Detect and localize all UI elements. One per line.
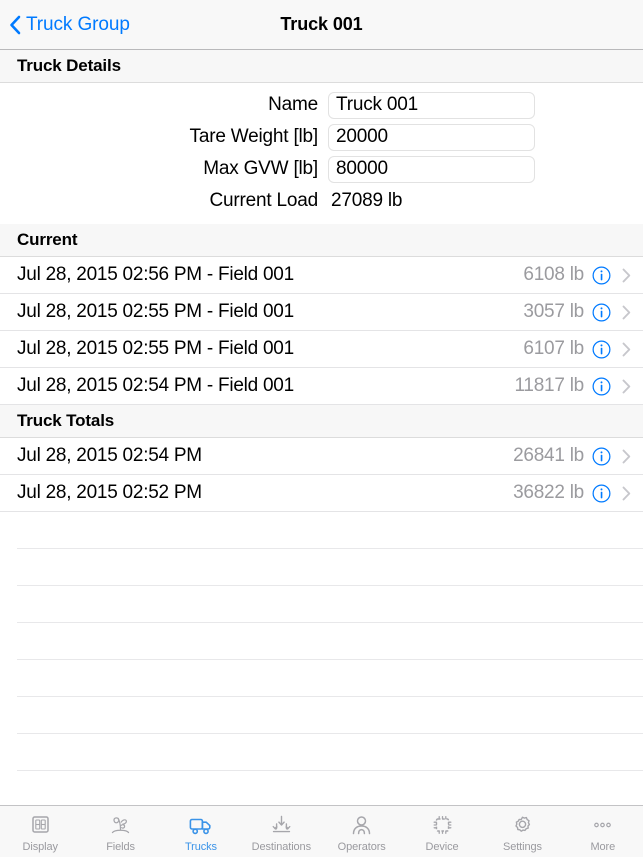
- tab-label: Operators: [337, 840, 386, 853]
- form-row-max-gvw: Max GVW [lb]: [0, 153, 643, 185]
- back-button[interactable]: Truck Group: [0, 0, 130, 49]
- chevron-right-icon: [622, 342, 631, 356]
- tab-display[interactable]: Display: [0, 806, 80, 857]
- row-value: 26841 lb: [513, 445, 584, 466]
- table-row[interactable]: Jul 28, 2015 02:54 PM 26841 lb: [0, 438, 643, 475]
- chevron-left-icon: [10, 15, 21, 34]
- empty-row: [17, 512, 643, 549]
- empty-row: [17, 586, 643, 623]
- tab-operators[interactable]: Operators: [322, 806, 402, 857]
- table-row[interactable]: Jul 28, 2015 02:55 PM - Field 001 6107 l…: [0, 331, 643, 368]
- plant-icon: [111, 816, 130, 833]
- navigation-bar: Truck Group Truck 001: [0, 0, 643, 50]
- tare-weight-label: Tare Weight [lb]: [189, 126, 319, 147]
- truck-icon: [190, 818, 212, 834]
- max-gvw-input[interactable]: [328, 155, 535, 183]
- table-row[interactable]: Jul 28, 2015 02:56 PM - Field 001 6108 l…: [0, 257, 643, 294]
- tab-bar: Display Fields Trucks Destinations Opera…: [0, 805, 643, 857]
- tab-label: Destinations: [251, 840, 311, 853]
- chip-icon: [433, 815, 452, 834]
- info-circle-icon[interactable]: [592, 484, 611, 503]
- tab-label: Trucks: [184, 840, 217, 853]
- scroll-content[interactable]: Truck Details Name Tare Weight [lb] Max …: [0, 50, 643, 805]
- chevron-right-icon: [622, 268, 631, 282]
- row-title: Jul 28, 2015 02:54 PM - Field 001: [17, 375, 294, 396]
- current-list: Jul 28, 2015 02:56 PM - Field 001 6108 l…: [0, 257, 643, 405]
- unload-arrows-icon: [272, 815, 291, 832]
- row-title: Jul 28, 2015 02:55 PM - Field 001: [17, 301, 294, 322]
- tab-label: More: [590, 840, 616, 853]
- gear-icon: [515, 816, 531, 832]
- form-row-name: Name: [0, 89, 643, 121]
- empty-row: [17, 734, 643, 771]
- form-row-tare-weight: Tare Weight [lb]: [0, 121, 643, 153]
- row-title: Jul 28, 2015 02:52 PM: [17, 482, 202, 503]
- tab-label: Fields: [106, 840, 135, 853]
- table-row[interactable]: Jul 28, 2015 02:52 PM 36822 lb: [0, 475, 643, 512]
- ellipsis-icon: [594, 822, 612, 827]
- info-circle-icon[interactable]: [592, 447, 611, 466]
- chevron-right-icon: [622, 305, 631, 319]
- tab-trucks[interactable]: Trucks: [161, 806, 241, 857]
- display-icon: [31, 815, 49, 833]
- tab-label: Display: [22, 840, 58, 853]
- row-title: Jul 28, 2015 02:56 PM - Field 001: [17, 264, 294, 285]
- truck-detail-screen: Truck Group Truck 001 Truck Details Name…: [0, 0, 643, 857]
- row-value: 36822 lb: [513, 482, 584, 503]
- tab-destinations[interactable]: Destinations: [241, 806, 321, 857]
- row-value: 11817 lb: [514, 375, 585, 396]
- chevron-right-icon: [622, 449, 631, 463]
- info-circle-icon[interactable]: [592, 340, 611, 359]
- info-circle-icon[interactable]: [592, 266, 611, 285]
- tab-device[interactable]: Device: [402, 806, 482, 857]
- current-load-label: Current Load: [209, 190, 318, 211]
- person-icon: [352, 815, 371, 834]
- section-header-truck-totals: Truck Totals: [0, 405, 643, 438]
- name-input[interactable]: [328, 91, 535, 119]
- row-title: Jul 28, 2015 02:54 PM: [17, 445, 202, 466]
- tare-weight-input[interactable]: [328, 123, 535, 151]
- empty-row: [17, 660, 643, 697]
- back-button-label: Truck Group: [26, 13, 130, 35]
- chevron-right-icon: [622, 486, 631, 500]
- tab-fields[interactable]: Fields: [80, 806, 160, 857]
- empty-row: [17, 623, 643, 660]
- info-circle-icon[interactable]: [592, 377, 611, 396]
- table-row[interactable]: Jul 28, 2015 02:55 PM - Field 001 3057 l…: [0, 294, 643, 331]
- tab-more[interactable]: More: [563, 806, 643, 857]
- name-label: Name: [268, 94, 318, 115]
- max-gvw-label: Max GVW [lb]: [203, 158, 318, 179]
- truck-totals-list: Jul 28, 2015 02:54 PM 26841 lb Jul 28, 2…: [0, 438, 643, 805]
- section-header-current: Current: [0, 224, 643, 257]
- empty-row: [17, 697, 643, 734]
- chevron-right-icon: [622, 379, 631, 393]
- empty-row: [17, 771, 643, 805]
- section-header-truck-details: Truck Details: [0, 50, 643, 83]
- tab-label: Device: [425, 840, 459, 853]
- truck-details-form: Name Tare Weight [lb] Max GVW [lb] Curre…: [0, 83, 643, 224]
- empty-row: [17, 549, 643, 586]
- row-value: 6108 lb: [523, 264, 584, 285]
- row-title: Jul 28, 2015 02:55 PM - Field 001: [17, 338, 294, 359]
- tab-label: Settings: [502, 840, 542, 853]
- table-row[interactable]: Jul 28, 2015 02:54 PM - Field 001 11817 …: [0, 368, 643, 405]
- form-row-current-load: Current Load 27089 lb: [0, 185, 643, 217]
- row-value: 6107 lb: [523, 338, 584, 359]
- current-load-value: 27089 lb: [331, 190, 403, 211]
- tab-settings[interactable]: Settings: [482, 806, 562, 857]
- row-value: 3057 lb: [523, 301, 584, 322]
- info-circle-icon[interactable]: [592, 303, 611, 322]
